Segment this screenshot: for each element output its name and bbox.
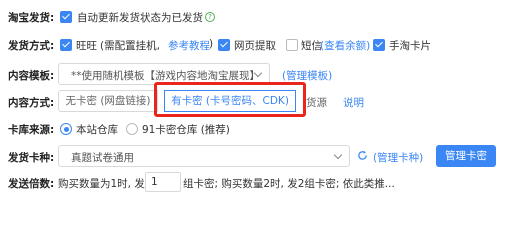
multiple-row: 发送倍数: 购买数量为1时, 发 1 组卡密; 购买数量2时, 发2组卡密; 依… [0,172,510,196]
method-label: 发货方式: [8,40,55,52]
check-balance-link[interactable]: (查看余额) [320,38,370,53]
source-row: 卡库来源: 本站仓库 91卡密仓库 (推荐) [0,118,510,142]
auto-update-label: 自动更新发货状态为已发货 [77,12,203,24]
wangwang-note: (需配置挂机, [100,40,160,52]
taoka-label: 手淘卡片 [389,40,431,52]
content-label: 内容方式: [8,97,55,109]
help-icon[interactable]: ? [205,12,215,22]
template-label: 内容模板: [8,70,55,82]
method-row: 发货方式: 旺旺 (需配置挂机, 参考教程 ) 网页提取 短信 (查看余额) 手… [0,34,510,58]
template-value: **使用随机模板【游戏内容地淘宝展现】** [71,70,253,82]
manage-template-link[interactable]: (管理模板) [282,68,332,83]
source-partial[interactable]: 货源 [306,95,327,110]
auto-update-checkbox[interactable] [60,11,72,23]
local-radio[interactable] [60,123,72,135]
card-type-value: 真题试卷通用 [71,152,134,164]
web-extract-checkbox[interactable] [218,39,230,51]
card91-label: 91卡密仓库 (推荐) [142,124,230,136]
sms-label: 短信 [301,40,322,52]
manage-card-button[interactable]: 管理卡密 [436,145,496,167]
multiple-value: 1 [151,176,158,188]
source-label: 卡库来源: [8,124,55,136]
wangwang-checkbox[interactable] [60,39,72,51]
explain-link[interactable]: 说明 [343,95,364,110]
card-type-row: 发货卡种: 真题试卷通用 (管理卡种) 管理卡密 [0,144,510,168]
wangwang-close: ) [209,38,214,50]
wangwang-label: 旺旺 [76,40,97,52]
highlight-box [154,82,306,117]
chevron-down-icon [253,68,263,78]
chevron-down-icon [333,150,343,160]
local-label: 本站仓库 [76,124,118,136]
tutorial-link[interactable]: 参考教程 [168,38,210,53]
card-type-label: 发货卡种: [8,152,55,164]
taobao-label: 淘宝发货: [8,12,55,24]
card91-radio[interactable] [126,123,138,135]
multiple-suffix: 组卡密; 购买数量2时, 发2组卡密; 依此类推... [183,178,395,190]
multiple-input[interactable]: 1 [145,172,181,192]
card-type-select[interactable]: 真题试卷通用 [58,145,350,167]
multiple-label: 发送倍数: [8,178,55,190]
multiple-prefix: 购买数量为1时, 发 [58,178,145,190]
sms-checkbox[interactable] [286,39,298,51]
manage-card-type-link[interactable]: (管理卡种) [373,150,423,165]
taoka-checkbox[interactable] [373,39,385,51]
refresh-icon[interactable] [357,150,368,161]
no-card-option[interactable]: 无卡密 (网盘链接) [58,90,158,112]
web-extract-label: 网页提取 [234,40,276,52]
taobao-row: 淘宝发货: 自动更新发货状态为已发货 ? [0,6,510,30]
